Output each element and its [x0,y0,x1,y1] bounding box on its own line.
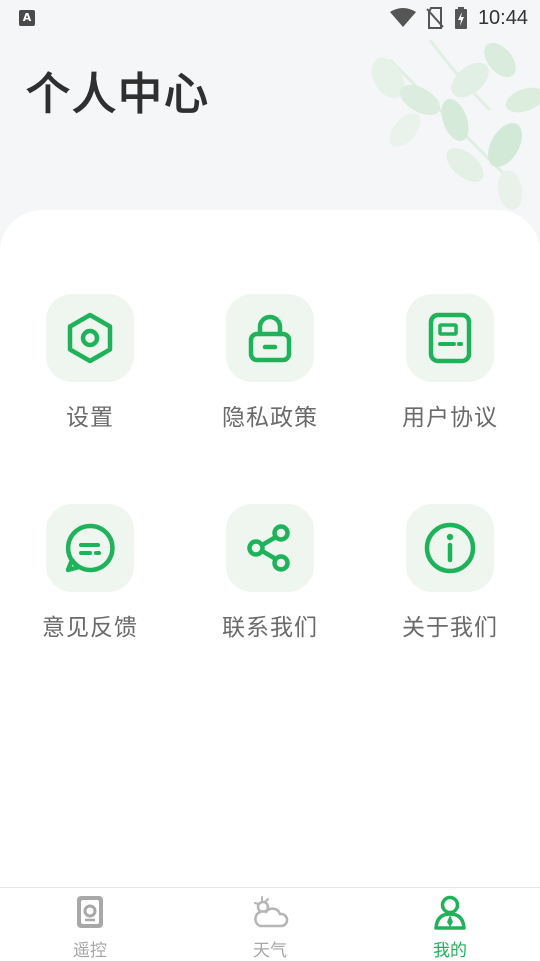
weather-icon [254,896,289,928]
page-title: 个人中心 [26,69,210,120]
menu-label: 设置 [66,405,114,431]
menu-label: 关于我们 [402,615,498,641]
leaves-decoration [371,40,540,210]
menu-item-feedback[interactable]: 意见反馈 [10,504,170,642]
menu-item-user-agreement[interactable]: 用户协议 [370,294,530,432]
info-icon [424,522,476,574]
document-icon [428,312,472,364]
nav-tab-mine[interactable]: 我的 [360,888,540,961]
status-time: 10:44 [477,6,528,29]
share-icon [247,524,290,572]
notification-a-icon: A [19,10,35,26]
profile-icon [434,895,466,930]
settings-hexagon-icon [67,312,113,364]
remote-icon [77,896,103,928]
nav-label: 我的 [433,941,467,961]
menu-label: 用户协议 [402,405,498,431]
menu-label: 隐私政策 [222,405,318,431]
menu-item-privacy-policy[interactable]: 隐私政策 [190,294,350,432]
nav-tab-weather[interactable]: 天气 [180,888,360,961]
menu-label: 联系我们 [222,615,318,641]
menu-item-about-us[interactable]: 关于我们 [370,504,530,642]
lock-icon [248,314,292,363]
status-bar: A 10:44 [0,0,540,36]
feedback-chat-icon [65,523,115,573]
nav-tab-remote[interactable]: 遥控 [0,888,180,961]
bottom-nav: 遥控 天气 我的 [0,887,540,961]
menu-item-contact-us[interactable]: 联系我们 [190,504,350,642]
battery-charging-icon [454,7,467,29]
menu-card: 设置 隐私政策 用户协议 意见反馈 联系我们 关于我们 [0,210,540,890]
nav-label: 天气 [253,941,287,961]
no-sim-icon [426,7,444,29]
wifi-icon [389,8,416,27]
nav-label: 遥控 [73,941,107,961]
menu-item-settings[interactable]: 设置 [10,294,170,432]
menu-label: 意见反馈 [42,615,138,641]
